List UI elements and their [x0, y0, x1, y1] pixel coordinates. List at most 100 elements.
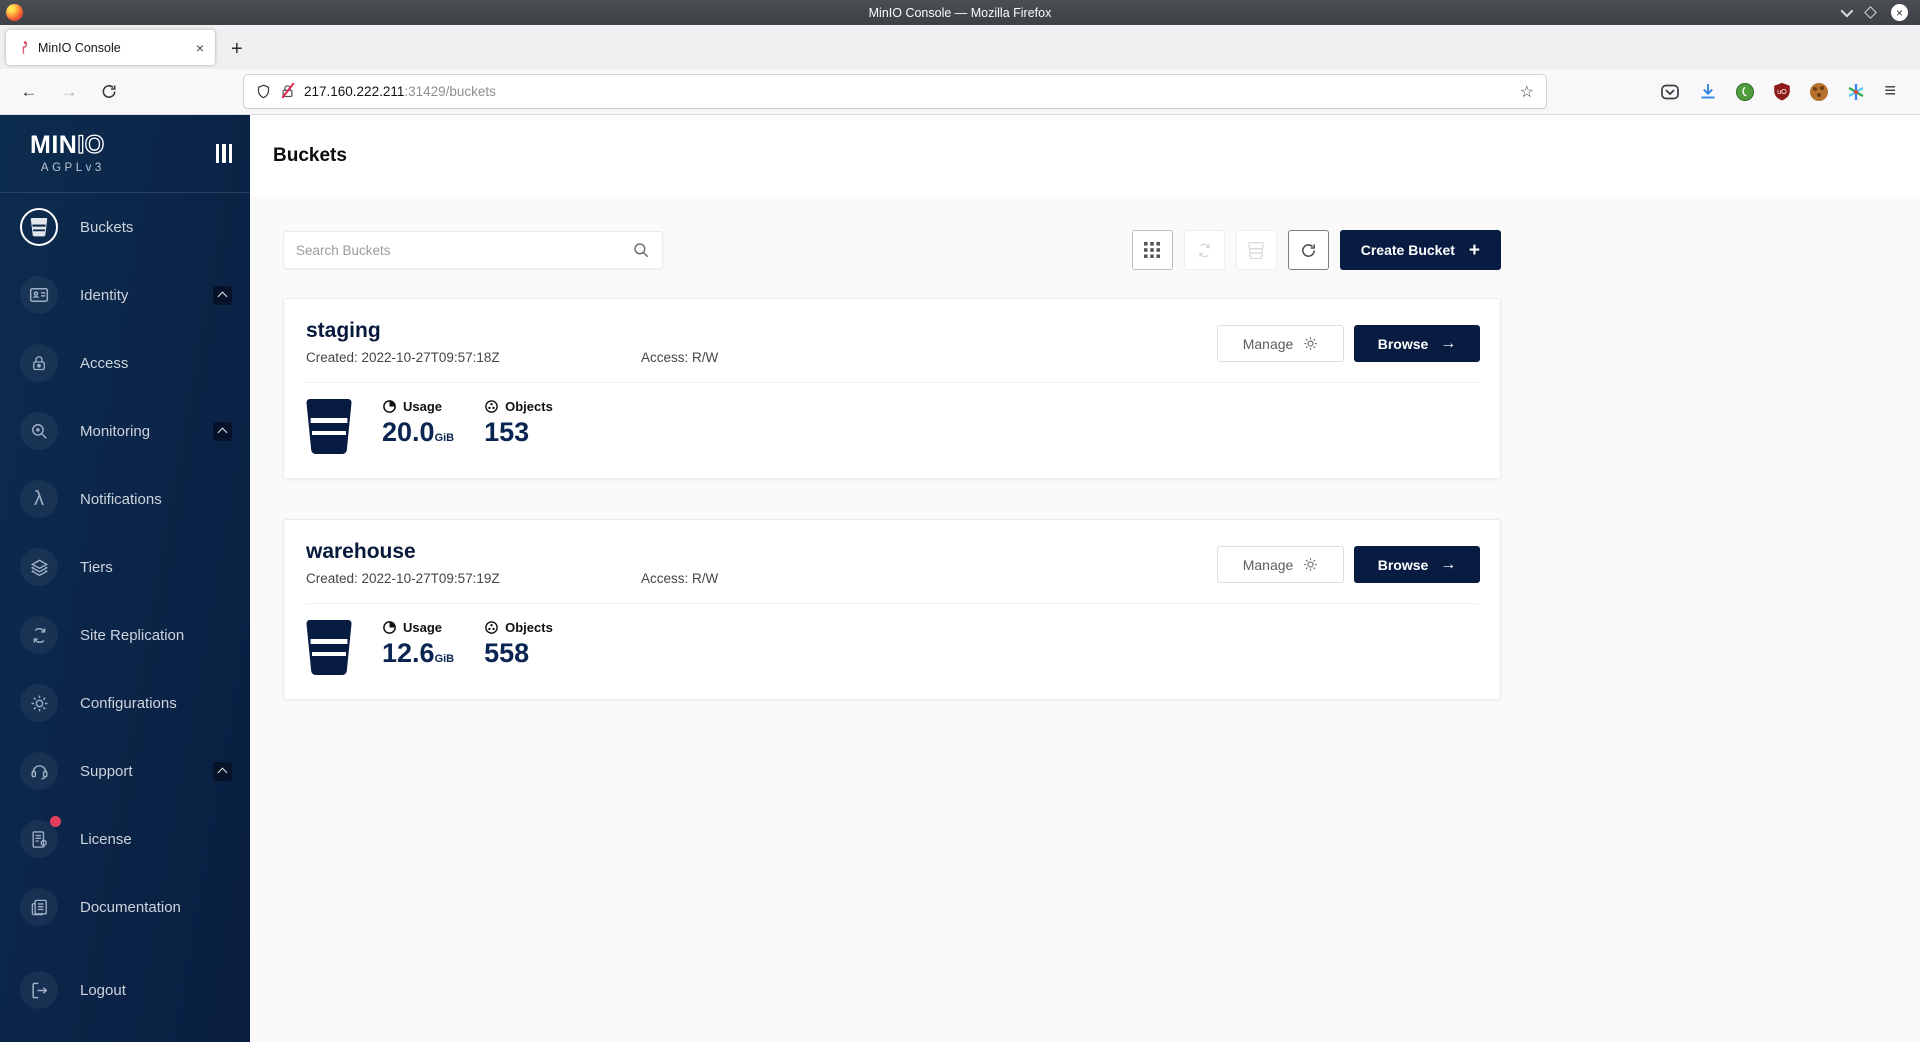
search-box[interactable] [283, 231, 663, 269]
ublock-shield-icon[interactable]: uO [1772, 82, 1792, 102]
sidebar-item-label: License [80, 831, 132, 848]
flamingo-favicon-icon [15, 40, 30, 55]
objects-value: 558 [484, 639, 553, 669]
back-icon[interactable]: ← [16, 82, 42, 102]
chevron-up-icon[interactable] [213, 762, 232, 781]
sidebar-item-site-replication[interactable]: Site Replication [0, 601, 250, 669]
buckets-content: Create Bucket + staging Created: 2022-10… [250, 197, 1920, 1042]
page-title: Buckets [273, 145, 347, 167]
sidebar: MINIO AGPLv3 Buckets Identity [0, 115, 250, 1042]
refresh-button[interactable] [1288, 230, 1329, 270]
headset-icon [20, 752, 58, 790]
objects-metric: Objects 153 [484, 399, 553, 448]
search-input[interactable] [296, 243, 632, 258]
reload-icon[interactable] [96, 83, 122, 100]
url-text[interactable]: 217.160.222.211:31429/buckets [304, 84, 496, 99]
grid-view-button[interactable] [1132, 230, 1173, 270]
hamburger-menu-icon[interactable]: ≡ [1884, 80, 1896, 103]
window-maximize-icon[interactable] [1864, 6, 1877, 19]
tracking-shield-icon[interactable] [256, 83, 271, 100]
sidebar-collapse-icon[interactable] [216, 144, 233, 163]
svg-text:uO: uO [1778, 87, 1788, 96]
sync-arrows-icon [20, 616, 58, 654]
search-icon [632, 241, 650, 259]
sidebar-item-tiers[interactable]: Tiers [0, 533, 250, 601]
browser-toolbar: ← → 217.160.222.211:31429/buckets ☆ [0, 69, 1920, 115]
browse-label: Browse [1378, 557, 1429, 573]
sidebar-item-documentation[interactable]: Documentation [0, 873, 250, 941]
usage-unit: GiB [435, 653, 455, 665]
license-document-icon [20, 820, 58, 858]
forward-icon: → [56, 82, 82, 102]
window-close-icon[interactable]: × [1891, 4, 1908, 21]
refresh-icon [1300, 242, 1317, 259]
tab-close-icon[interactable]: × [194, 40, 206, 56]
sidebar-item-label: Site Replication [80, 627, 184, 644]
sidebar-item-identity[interactable]: Identity [0, 261, 250, 329]
bookmark-star-icon[interactable]: ☆ [1520, 82, 1534, 102]
bucket-created: Created: 2022-10-27T09:57:19Z [306, 571, 641, 586]
gear-icon [1303, 336, 1318, 351]
create-bucket-button[interactable]: Create Bucket + [1340, 230, 1501, 270]
insecure-lock-icon[interactable] [280, 83, 295, 100]
browser-tab-bar: MinIO Console × + [0, 25, 1920, 69]
cookie-icon[interactable] [1810, 83, 1828, 101]
pocket-icon[interactable] [1660, 82, 1680, 102]
new-tab-button[interactable]: + [231, 39, 243, 59]
sidebar-item-license[interactable]: License [0, 805, 250, 873]
create-bucket-label: Create Bucket [1361, 242, 1455, 258]
privacy-extension-icon[interactable] [1736, 83, 1754, 101]
browse-button[interactable]: Browse → [1354, 325, 1480, 362]
logout-icon [20, 971, 58, 1009]
sidebar-menu: Buckets Identity Access Monitoring [0, 193, 250, 1042]
sidebar-item-configurations[interactable]: Configurations [0, 669, 250, 737]
sidebar-item-notifications[interactable]: λ Notifications [0, 465, 250, 533]
sidebar-item-support[interactable]: Support [0, 737, 250, 805]
usage-label: Usage [403, 620, 442, 635]
gear-icon [20, 684, 58, 722]
page-header: Buckets [250, 115, 1920, 197]
delete-bucket-icon [1248, 242, 1264, 259]
sidebar-item-monitoring[interactable]: Monitoring [0, 397, 250, 465]
objects-icon [484, 620, 499, 635]
sidebar-item-buckets[interactable]: Buckets [0, 193, 250, 261]
colorful-asterisk-icon[interactable] [1846, 82, 1866, 102]
bucket-access: Access: R/W [641, 350, 718, 365]
objects-label: Objects [505, 620, 553, 635]
window-titlebar: MinIO Console — Mozilla Firefox × [0, 0, 1920, 25]
bucket-icon-large [306, 620, 352, 675]
usage-metric: Usage 20.0GiB [382, 399, 454, 448]
usage-label: Usage [403, 399, 442, 414]
bucket-access: Access: R/W [641, 571, 718, 586]
delete-buckets-button [1236, 230, 1277, 270]
sidebar-item-label: Access [80, 355, 128, 372]
tab-minio-console[interactable]: MinIO Console × [6, 30, 215, 65]
gear-icon [1303, 557, 1318, 572]
buckets-toolbar: Create Bucket + [283, 230, 1501, 270]
usage-pie-icon [382, 620, 397, 635]
monitoring-magnifier-icon [20, 412, 58, 450]
downloads-icon[interactable] [1698, 82, 1718, 102]
manage-button[interactable]: Manage [1217, 325, 1344, 362]
arrow-right-icon: → [1440, 557, 1456, 573]
bucket-created: Created: 2022-10-27T09:57:18Z [306, 350, 641, 365]
chevron-up-icon[interactable] [213, 286, 232, 305]
bucket-card-warehouse[interactable]: warehouse Created: 2022-10-27T09:57:19Z … [283, 519, 1501, 700]
manage-button[interactable]: Manage [1217, 546, 1344, 583]
sidebar-logo-area: MINIO AGPLv3 [0, 115, 250, 193]
usage-metric: Usage 12.6GiB [382, 620, 454, 669]
objects-icon [484, 399, 499, 414]
url-bar[interactable]: 217.160.222.211:31429/buckets ☆ [244, 75, 1546, 108]
window-title: MinIO Console — Mozilla Firefox [0, 6, 1920, 20]
sidebar-item-logout[interactable]: Logout [0, 956, 250, 1024]
tab-title: MinIO Console [38, 41, 186, 55]
window-minimize-icon[interactable] [1841, 5, 1854, 18]
sidebar-item-access[interactable]: Access [0, 329, 250, 397]
bucket-card-staging[interactable]: staging Created: 2022-10-27T09:57:18Z Ac… [283, 298, 1501, 479]
bucket-icon [20, 208, 58, 246]
plus-icon: + [1469, 241, 1480, 260]
divider [306, 382, 1478, 383]
set-replication-button [1184, 230, 1225, 270]
browse-button[interactable]: Browse → [1354, 546, 1480, 583]
chevron-up-icon[interactable] [213, 422, 232, 441]
